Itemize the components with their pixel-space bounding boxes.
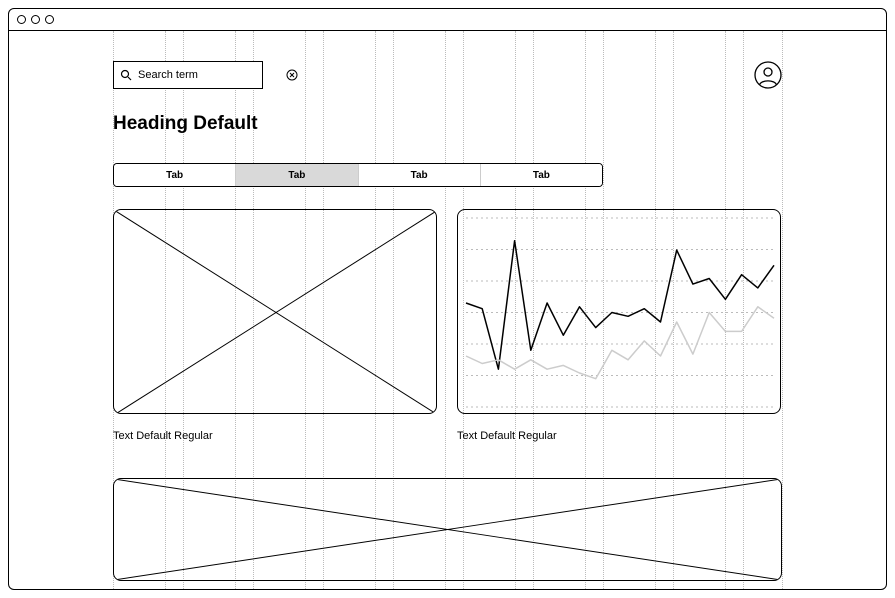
placeholder-cross-icon: [114, 210, 437, 414]
search-input-container[interactable]: [113, 61, 263, 89]
window-minimize-button[interactable]: [31, 15, 40, 24]
tab-2[interactable]: Tab: [358, 164, 480, 186]
search-input[interactable]: [138, 69, 280, 81]
line-chart: [458, 210, 781, 414]
card-row: Text Default Regular Text Default Regula…: [113, 209, 782, 442]
image-placeholder[interactable]: [113, 209, 437, 414]
card-0: Text Default Regular: [113, 209, 437, 442]
user-icon: [754, 61, 782, 89]
wide-placeholder[interactable]: [113, 478, 782, 581]
page-title: Heading Default: [113, 113, 782, 135]
tab-bar: Tab Tab Tab Tab: [113, 163, 603, 187]
content-area: Heading Default Tab Tab Tab Tab T: [9, 31, 886, 589]
app-window: Heading Default Tab Tab Tab Tab T: [8, 8, 887, 590]
card-0-label: Text Default Regular: [113, 430, 437, 442]
page: Heading Default Tab Tab Tab Tab T: [9, 31, 886, 581]
window-close-button[interactable]: [17, 15, 26, 24]
card-1-label: Text Default Regular: [457, 430, 781, 442]
card-1: Text Default Regular: [457, 209, 781, 442]
clear-icon[interactable]: [286, 69, 298, 81]
tab-1[interactable]: Tab: [235, 164, 357, 186]
user-avatar[interactable]: [754, 61, 782, 89]
tab-0[interactable]: Tab: [114, 164, 235, 186]
placeholder-cross-icon: [114, 479, 781, 580]
tab-3[interactable]: Tab: [480, 164, 602, 186]
chart-container[interactable]: [457, 209, 781, 414]
search-icon: [120, 69, 132, 81]
window-zoom-button[interactable]: [45, 15, 54, 24]
window-titlebar: [9, 9, 886, 31]
